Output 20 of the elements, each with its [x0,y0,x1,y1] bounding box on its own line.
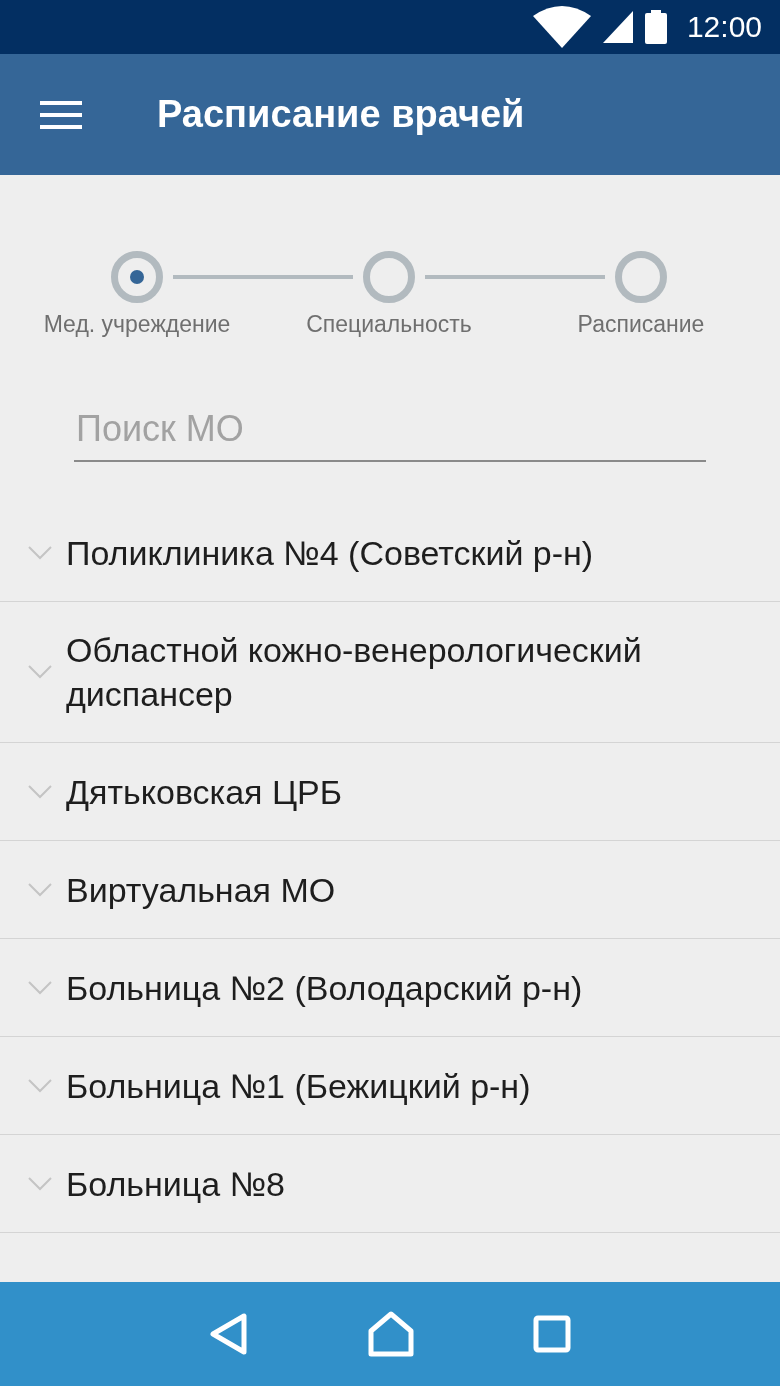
step-label: Мед. учреждение [42,311,232,338]
recents-icon[interactable] [532,1315,571,1353]
app-title: Расписание врачей [157,93,525,136]
search-field[interactable]: Поиск МО [74,408,706,462]
back-icon[interactable] [209,1312,250,1356]
clinic-list-item[interactable]: Больница №2 (Володарский р-н) [0,939,780,1037]
step-label: Специальность [305,311,473,338]
clinic-list-item[interactable]: Больница №1 (Бежицкий р-н) [0,1037,780,1135]
home-icon[interactable] [368,1311,414,1357]
step-label: Расписание [576,311,706,338]
clinic-list-item[interactable]: Виртуальная МО [0,841,780,939]
clinic-list-item[interactable]: Областной кожно-венерологический диспансер [0,602,780,743]
wifi-icon [532,6,591,48]
clinic-list-item[interactable]: Поликлиника №4 (Советский р-н) [0,504,780,602]
menu-icon[interactable] [40,99,82,130]
status-time: 12:00 [686,10,762,44]
clinic-list-item[interactable]: Дятьковская ЦРБ [0,743,780,841]
signal-icon [602,11,633,43]
battery-icon [644,10,667,44]
clinic-list-item[interactable]: Больница №8 [0,1135,780,1233]
